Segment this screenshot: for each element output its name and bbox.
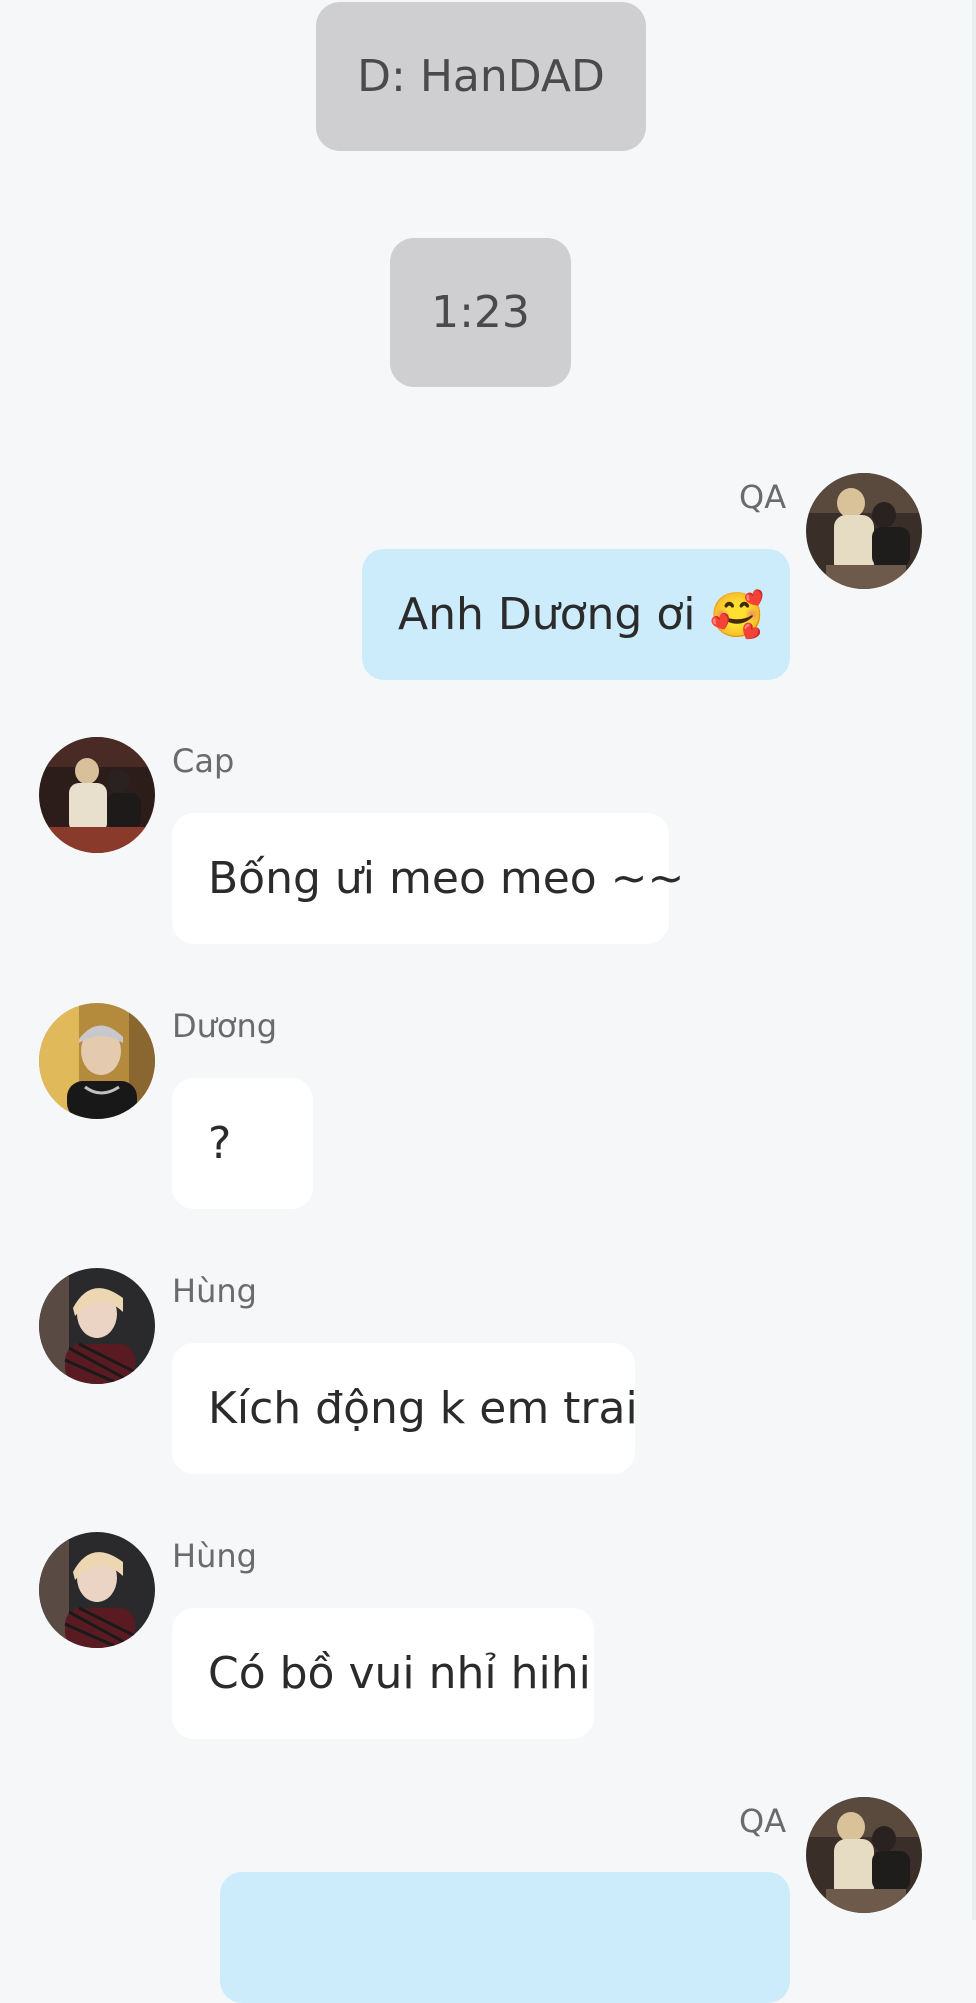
incoming-message-bubble[interactable]: Bống ưi meo meo ~~ (172, 813, 684, 944)
message-text: ? (208, 1118, 232, 1169)
incoming-message-bubble[interactable]: Có bồ vui nhỉ hihi (172, 1608, 594, 1739)
sender-name: Cap (172, 742, 235, 780)
couple-photo-avatar[interactable] (806, 1797, 922, 1913)
couple-photo-avatar[interactable] (806, 473, 922, 589)
system-timestamp: 1:23 (390, 238, 571, 387)
sender-name: Hùng (172, 1272, 257, 1310)
message-text: Bống ưi meo meo ~~ (208, 853, 685, 904)
message-text: Anh Dương ơi (398, 589, 696, 640)
couple-photo-avatar[interactable] (39, 737, 155, 853)
sender-name: Dương (172, 1007, 278, 1045)
incoming-message-bubble[interactable]: ? (172, 1078, 313, 1209)
blonde-portrait-avatar[interactable] (39, 1268, 155, 1384)
sender-name: QA (739, 478, 787, 516)
message-text: Kích động k em trai (208, 1383, 638, 1434)
smiling-hearts-emoji-icon: 🥰 (709, 589, 765, 641)
incoming-message-bubble[interactable]: Kích động k em trai (172, 1343, 638, 1474)
sender-name: QA (739, 1802, 787, 1840)
portrait-avatar[interactable] (39, 1003, 155, 1119)
outgoing-message-bubble[interactable] (220, 1872, 790, 2003)
system-message: D: HanDAD (316, 2, 646, 151)
sender-name: Hùng (172, 1537, 257, 1575)
message-text: Có bồ vui nhỉ hihi (208, 1648, 591, 1699)
outgoing-message-bubble[interactable]: Anh Dương ơi 🥰 (362, 549, 790, 680)
blonde-portrait-avatar[interactable] (39, 1532, 155, 1648)
scroll-edge (972, 0, 976, 1920)
